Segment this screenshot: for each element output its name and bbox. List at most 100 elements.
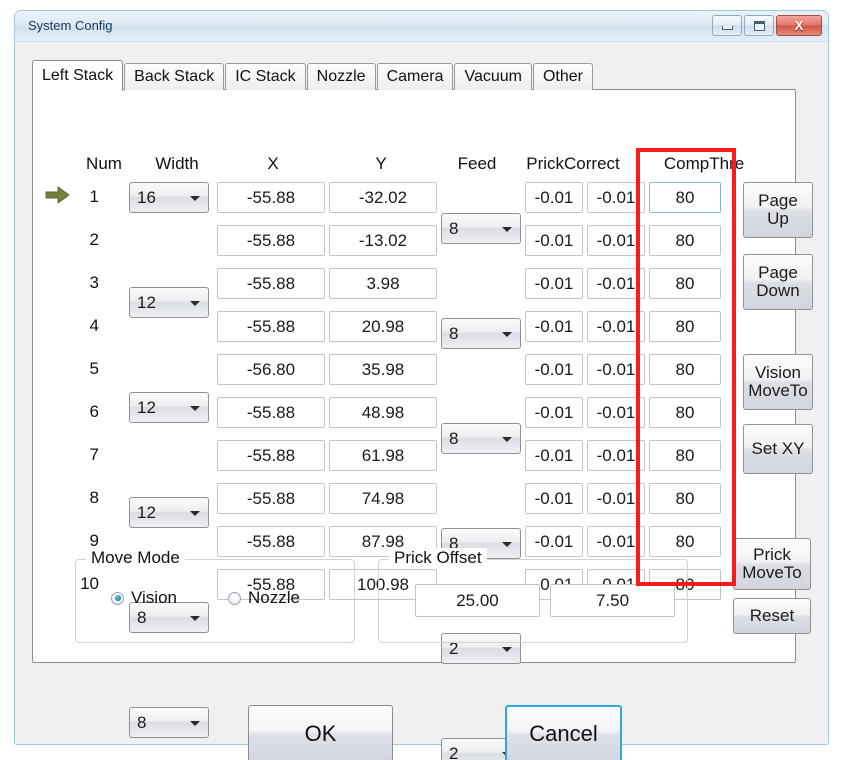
y-input[interactable]: -32.02 [329, 182, 437, 213]
x-input[interactable]: -55.88 [217, 311, 325, 342]
radio-vision[interactable]: Vision [111, 588, 177, 608]
x-input[interactable]: -55.88 [217, 526, 325, 557]
row-number: 1 [89, 187, 99, 206]
y-input[interactable]: 35.98 [329, 354, 437, 385]
x-input[interactable]: -55.88 [217, 483, 325, 514]
prick-moveto-button[interactable]: Prick MoveTo [733, 538, 811, 590]
compthre-input[interactable]: 80 [649, 440, 721, 471]
prickcorrect-1-input[interactable]: -0.01 [525, 440, 583, 471]
row-number: 6 [89, 402, 99, 421]
width-select[interactable]: 12 [129, 392, 209, 423]
prick-offset-x-input[interactable]: 25.00 [415, 584, 540, 617]
feed-select-value: 8 [449, 428, 459, 448]
prickcorrect-1-input[interactable]: -0.01 [525, 311, 583, 342]
compthre-input[interactable]: 80 [649, 182, 721, 213]
set-xy-button[interactable]: Set XY [743, 424, 813, 474]
minimize-icon [721, 26, 733, 30]
width-select[interactable]: 12 [129, 497, 209, 528]
chevron-down-icon [190, 300, 200, 306]
prickcorrect-1-input[interactable]: -0.01 [525, 182, 583, 213]
y-input[interactable]: 20.98 [329, 311, 437, 342]
page-up-button[interactable]: Page Up [743, 182, 813, 238]
prickcorrect-1-input[interactable]: -0.01 [525, 268, 583, 299]
compthre-input[interactable]: 80 [649, 397, 721, 428]
width-select[interactable]: 12 [129, 287, 209, 318]
tab-camera[interactable]: Camera [376, 63, 454, 90]
chevron-down-icon [502, 226, 512, 232]
y-input[interactable]: 48.98 [329, 397, 437, 428]
prickcorrect-2-input[interactable]: -0.01 [587, 526, 645, 557]
prickcorrect-2-input[interactable]: -0.01 [587, 268, 645, 299]
prickcorrect-1-input[interactable]: -0.01 [525, 397, 583, 428]
feed-select[interactable]: 8 [441, 423, 521, 454]
x-input[interactable]: -56.80 [217, 354, 325, 385]
radio-nozzle[interactable]: Nozzle [228, 588, 300, 608]
minimize-button[interactable] [712, 15, 742, 36]
x-input[interactable]: -55.88 [217, 268, 325, 299]
y-input[interactable]: -13.02 [329, 225, 437, 256]
prickcorrect-2-input[interactable]: -0.01 [587, 182, 645, 213]
x-input[interactable]: -55.88 [217, 182, 325, 213]
left-stack-panel: Num Width X Y Feed PrickCorrect CompThre… [32, 89, 813, 760]
row-number: 4 [89, 316, 99, 335]
width-select-value: 12 [137, 502, 156, 522]
vision-moveto-button[interactable]: Vision MoveTo [743, 354, 813, 410]
prickcorrect-2-input[interactable]: -0.01 [587, 225, 645, 256]
chevron-down-icon [190, 195, 200, 201]
width-select-value: 16 [137, 187, 156, 207]
prick-offset-legend: Prick Offset [389, 548, 487, 568]
close-button[interactable]: X [776, 15, 822, 36]
row-number: 2 [89, 230, 99, 249]
row-number: 5 [89, 359, 99, 378]
tab-other[interactable]: Other [532, 63, 593, 90]
column-header-width: Width [155, 154, 199, 173]
feed-select[interactable]: 8 [441, 213, 521, 244]
feed-select[interactable]: 8 [441, 318, 521, 349]
compthre-input[interactable]: 80 [649, 354, 721, 385]
column-header-prickcorrect: PrickCorrect [526, 154, 620, 173]
width-select[interactable]: 8 [129, 707, 209, 738]
move-mode-group: Move Mode Vision Nozzle [75, 548, 355, 643]
compthre-input[interactable]: 80 [649, 483, 721, 514]
x-input[interactable]: -55.88 [217, 440, 325, 471]
prickcorrect-1-input[interactable]: -0.01 [525, 354, 583, 385]
prickcorrect-1-input[interactable]: -0.01 [525, 483, 583, 514]
feed-select-value: 8 [449, 218, 459, 238]
window-controls: X [712, 15, 822, 36]
y-input[interactable]: 3.98 [329, 268, 437, 299]
x-input[interactable]: -55.88 [217, 397, 325, 428]
tab-vacuum[interactable]: Vacuum [454, 63, 532, 90]
feed-select-value: 8 [449, 323, 459, 343]
chevron-down-icon [190, 510, 200, 516]
row-number: 8 [89, 488, 99, 507]
prickcorrect-2-input[interactable]: -0.01 [587, 483, 645, 514]
move-mode-legend: Move Mode [86, 548, 185, 568]
tab-back-stack[interactable]: Back Stack [124, 63, 225, 90]
tab-left-stack[interactable]: Left Stack [32, 60, 124, 91]
compthre-input[interactable]: 80 [649, 268, 721, 299]
compthre-input[interactable]: 80 [649, 526, 721, 557]
ok-button[interactable]: OK [248, 705, 393, 760]
compthre-input[interactable]: 80 [649, 311, 721, 342]
tab-ic-stack[interactable]: IC Stack [225, 63, 306, 90]
row-number: 3 [89, 273, 99, 292]
prickcorrect-1-input[interactable]: -0.01 [525, 225, 583, 256]
page-down-button[interactable]: Page Down [743, 254, 813, 310]
prickcorrect-2-input[interactable]: -0.01 [587, 354, 645, 385]
reset-button[interactable]: Reset [733, 598, 811, 634]
y-input[interactable]: 61.98 [329, 440, 437, 471]
prickcorrect-2-input[interactable]: -0.01 [587, 311, 645, 342]
prickcorrect-1-input[interactable]: -0.01 [525, 526, 583, 557]
compthre-input[interactable]: 80 [649, 225, 721, 256]
width-select-value: 12 [137, 397, 156, 417]
cancel-button[interactable]: Cancel [505, 705, 622, 760]
y-input[interactable]: 74.98 [329, 483, 437, 514]
prick-offset-y-input[interactable]: 7.50 [550, 584, 675, 617]
maximize-button[interactable] [744, 15, 774, 36]
prickcorrect-2-input[interactable]: -0.01 [587, 440, 645, 471]
x-input[interactable]: -55.88 [217, 225, 325, 256]
width-select-value: 8 [137, 712, 147, 732]
tab-nozzle[interactable]: Nozzle [306, 63, 376, 90]
prickcorrect-2-input[interactable]: -0.01 [587, 397, 645, 428]
width-select[interactable]: 16 [129, 182, 209, 213]
